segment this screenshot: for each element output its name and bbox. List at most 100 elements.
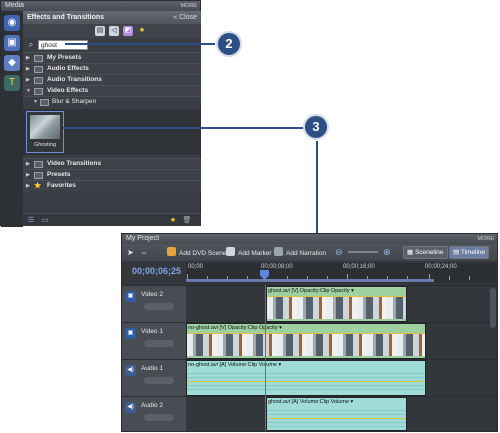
expand-arrow-icon[interactable]: ▶ bbox=[26, 64, 30, 74]
marker-icon bbox=[226, 247, 235, 256]
collapse-arrow-icon[interactable]: ▼ bbox=[26, 86, 31, 96]
no-ghost-video-clip[interactable]: no-ghost.avi [V] Opacity:Clip Opacity ▾ bbox=[186, 323, 426, 359]
track-audio-2: ◀) Audio 2 ghost.avi [A] Volume:Clip Vol… bbox=[122, 396, 497, 431]
folder-icon bbox=[34, 161, 43, 168]
icon-view-icon[interactable]: ▭ bbox=[40, 216, 50, 225]
opacity-line[interactable] bbox=[187, 333, 425, 334]
add-dvd-scene-button[interactable]: Add DVD Scene bbox=[167, 247, 226, 258]
media-effects-icon[interactable]: ◆ bbox=[4, 55, 20, 71]
tree-item-video-transitions[interactable]: ▶ Video Transitions bbox=[23, 158, 201, 169]
callout-2-badge: 2 bbox=[216, 31, 242, 57]
folder-icon bbox=[34, 77, 43, 84]
project-panel-title: My Project bbox=[126, 235, 160, 242]
trash-icon[interactable]: 🗑 bbox=[182, 216, 192, 225]
list-view-icon[interactable]: ☰ bbox=[26, 216, 36, 225]
track-keyframe-control[interactable] bbox=[144, 340, 174, 347]
tree-item-label: Blur & Sharpen bbox=[52, 98, 97, 105]
track-audio-1: ◀) Audio 1 no-ghost.avi [A] Volume:Clip … bbox=[122, 359, 497, 396]
effects-header: Effects and Transitions « Close bbox=[23, 11, 201, 24]
search-input[interactable]: ghost bbox=[38, 40, 88, 50]
close-button[interactable]: « Close bbox=[173, 11, 197, 24]
speaker-icon[interactable]: ◀) bbox=[125, 402, 136, 413]
volume-line[interactable] bbox=[267, 418, 406, 419]
tree-item-my-presets[interactable]: ▶ My Presets bbox=[23, 52, 201, 63]
track-name: Audio 2 bbox=[141, 402, 164, 409]
current-timecode[interactable]: 00;00;06;25 bbox=[132, 266, 181, 276]
media-titles-icon[interactable]: T bbox=[4, 75, 20, 91]
timeline-button[interactable]: ▤ Timeline bbox=[449, 246, 490, 259]
tree-item-presets[interactable]: ▶ Presets bbox=[23, 169, 201, 180]
zoom-out-icon[interactable]: ⊖ bbox=[335, 247, 343, 258]
search-row: ⌕ ghost bbox=[23, 38, 201, 52]
ghost-audio-clip[interactable]: ghost.avi [A] Volume:Clip Volume ▾ bbox=[266, 397, 407, 431]
track-keyframe-control[interactable] bbox=[144, 414, 174, 421]
project-panel: My Project MORE ➤ ⇔ Add DVD Scene Add Ma… bbox=[121, 233, 498, 432]
tree-item-favorites[interactable]: ▶ ★ Favorites bbox=[23, 180, 201, 191]
expand-arrow-icon[interactable]: ▶ bbox=[26, 75, 30, 85]
track-keyframe-control[interactable] bbox=[144, 377, 174, 384]
work-area-bar[interactable] bbox=[186, 279, 434, 282]
zoom-in-icon[interactable]: ⊕ bbox=[383, 247, 391, 258]
project-more-button[interactable]: MORE bbox=[478, 235, 495, 243]
expand-arrow-icon[interactable]: ▶ bbox=[26, 170, 30, 180]
tree-item-audio-effects[interactable]: ▶ Audio Effects bbox=[23, 63, 201, 74]
track-lane: ghost.avi [A] Volume:Clip Volume ▾ bbox=[186, 397, 497, 431]
sceneline-icon: ▦ bbox=[407, 249, 415, 256]
volume-line[interactable] bbox=[187, 381, 425, 382]
track-lane: ghost.avi [V] Opacity:Clip Opacity ▾ bbox=[186, 286, 497, 322]
favorites-filter-icon[interactable]: ★ bbox=[137, 26, 147, 36]
media-side-toolbar: ◉ ▣ ◆ T bbox=[1, 11, 23, 227]
video-filter-icon[interactable]: ▤ bbox=[95, 26, 105, 36]
dvd-scene-icon bbox=[167, 247, 176, 256]
add-narration-button[interactable]: Add Narration bbox=[274, 247, 326, 258]
tree-item-video-effects[interactable]: ▼ Video Effects bbox=[23, 85, 201, 96]
video-track-icon[interactable]: ▣ bbox=[125, 328, 136, 339]
time-ruler[interactable]: 00;00 00;00;08;00 00;00;16;00 00;00;24;0… bbox=[186, 263, 496, 283]
ruler-tick bbox=[469, 276, 470, 280]
zoom-slider[interactable] bbox=[348, 251, 378, 253]
no-ghost-audio-clip[interactable]: no-ghost.avi [A] Volume:Clip Volume ▾ bbox=[186, 360, 426, 396]
time-stretch-tool-icon[interactable]: ⇔ bbox=[140, 247, 148, 258]
track-keyframe-control[interactable] bbox=[144, 303, 174, 310]
timeline-vertical-scrollbar[interactable] bbox=[490, 288, 496, 328]
folder-icon bbox=[34, 88, 43, 95]
opacity-line[interactable] bbox=[267, 296, 406, 297]
ghosting-thumbnail bbox=[30, 115, 60, 139]
media-project-icon[interactable]: ▣ bbox=[4, 35, 20, 51]
audio-filter-icon[interactable]: ◁ bbox=[109, 26, 119, 36]
folder-icon bbox=[34, 66, 43, 73]
tree-item-label: Presets bbox=[47, 171, 71, 178]
add-marker-button[interactable]: Add Marker bbox=[226, 247, 272, 258]
expand-arrow-icon[interactable]: ▶ bbox=[26, 181, 30, 191]
sceneline-button[interactable]: ▦ Sceneline bbox=[403, 246, 448, 259]
tree-item-audio-transitions[interactable]: ▶ Audio Transitions bbox=[23, 74, 201, 85]
ghost-video-clip[interactable]: ghost.avi [V] Opacity:Clip Opacity ▾ bbox=[266, 286, 407, 322]
media-film-icon[interactable]: ◉ bbox=[4, 15, 20, 31]
favorite-star-icon[interactable]: ★ bbox=[168, 216, 178, 225]
expand-arrow-icon[interactable]: ▶ bbox=[26, 159, 30, 169]
selection-tool-icon[interactable]: ➤ bbox=[127, 247, 134, 258]
ruler-label: 00;00;08;00 bbox=[261, 264, 293, 270]
media-panel-footer: ☰ ▭ ★ 🗑 bbox=[23, 213, 201, 226]
ruler-label: 00;00;24;00 bbox=[425, 264, 457, 270]
transition-filter-icon[interactable]: ◩ bbox=[123, 26, 133, 36]
clip-label: ghost.avi [V] Opacity:Clip Opacity ▾ bbox=[268, 288, 354, 294]
media-more-button[interactable]: MORE bbox=[181, 2, 198, 10]
sceneline-label: Sceneline bbox=[414, 249, 444, 256]
callout-2-leader-line bbox=[65, 43, 215, 45]
ruler-label: 00;00;16;00 bbox=[343, 264, 375, 270]
tree-item-blur-sharpen[interactable]: ▼ Blur & Sharpen bbox=[23, 96, 201, 107]
video-track-icon[interactable]: ▣ bbox=[125, 291, 136, 302]
ghosting-label: Ghosting bbox=[33, 142, 56, 148]
ghosting-effect-tile[interactable]: Ghosting bbox=[26, 111, 64, 153]
microphone-icon bbox=[274, 247, 283, 256]
clip-label: no-ghost.avi [V] Opacity:Clip Opacity ▾ bbox=[188, 325, 282, 331]
expand-arrow-icon[interactable]: ▶ bbox=[26, 53, 30, 63]
collapse-arrow-icon[interactable]: ▼ bbox=[33, 97, 38, 107]
track-video-2: ▣ Video 2 ghost.avi [V] Opacity:Clip Opa… bbox=[122, 285, 497, 322]
clip-label: no-ghost.avi [A] Volume:Clip Volume ▾ bbox=[188, 362, 282, 368]
track-name: Video 1 bbox=[141, 328, 163, 335]
add-dvd-scene-label: Add DVD Scene bbox=[179, 250, 227, 257]
track-name: Audio 1 bbox=[141, 365, 164, 372]
speaker-icon[interactable]: ◀) bbox=[125, 365, 136, 376]
